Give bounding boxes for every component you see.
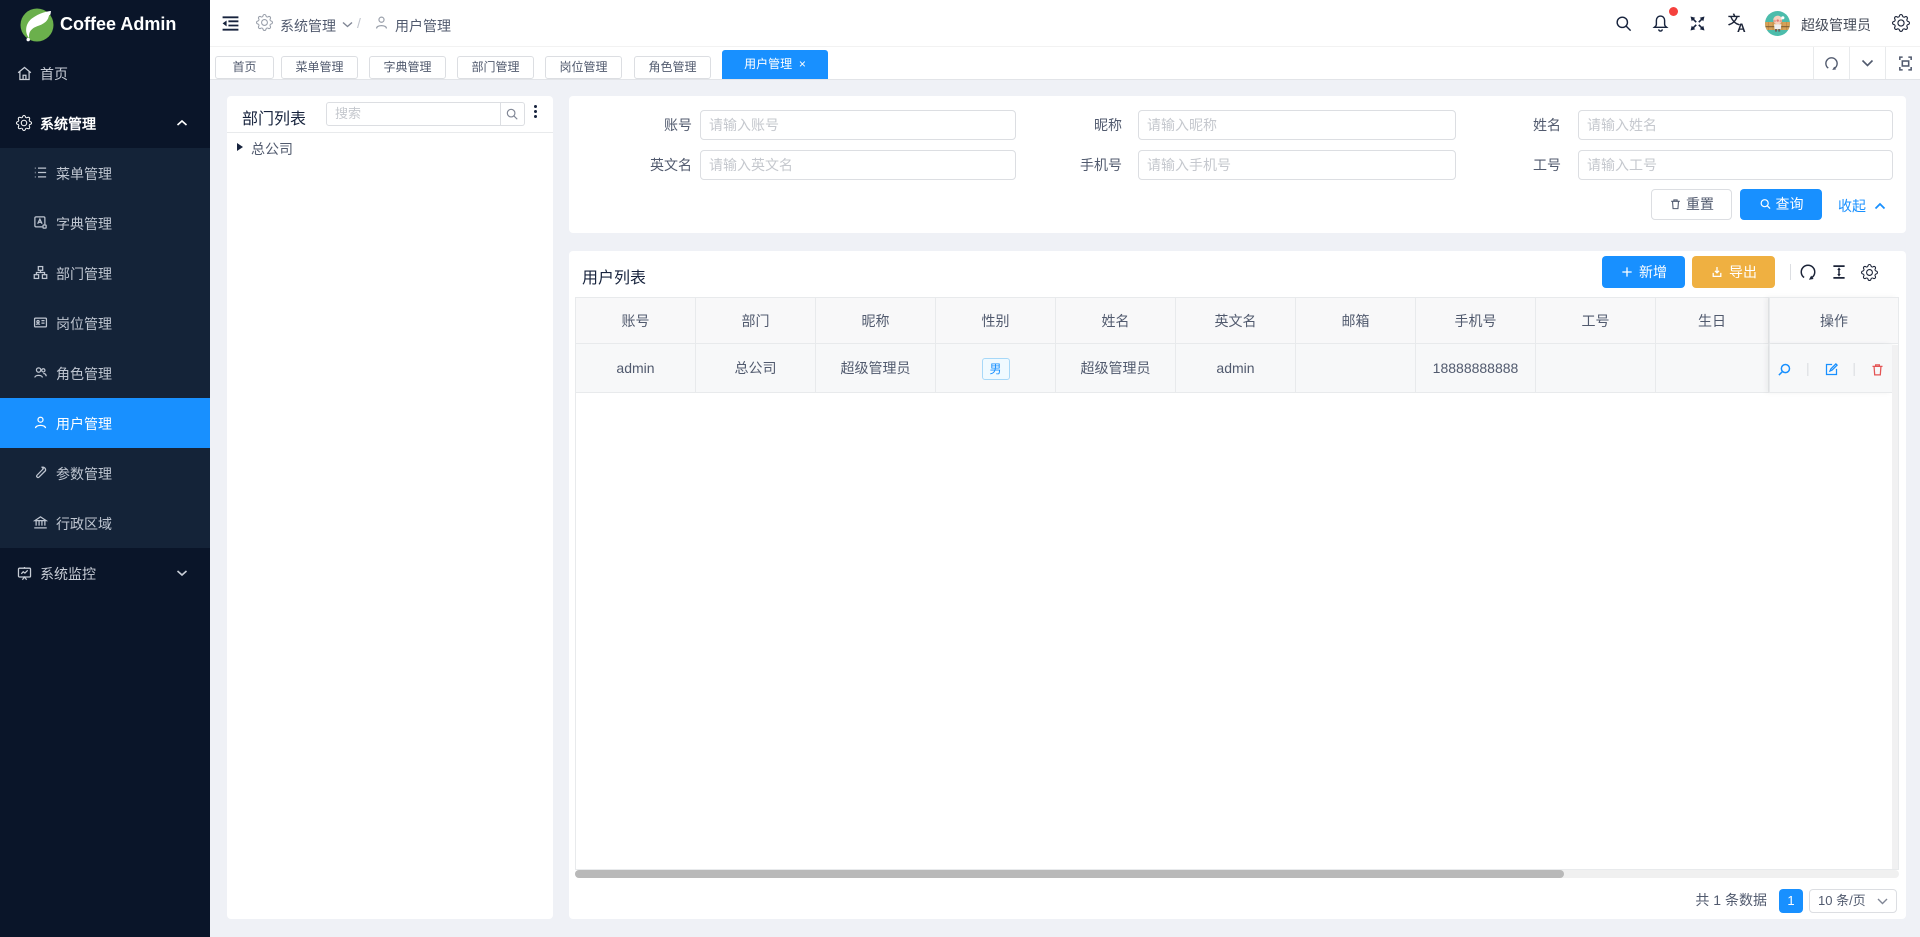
svg-text:A: A (1737, 21, 1746, 33)
